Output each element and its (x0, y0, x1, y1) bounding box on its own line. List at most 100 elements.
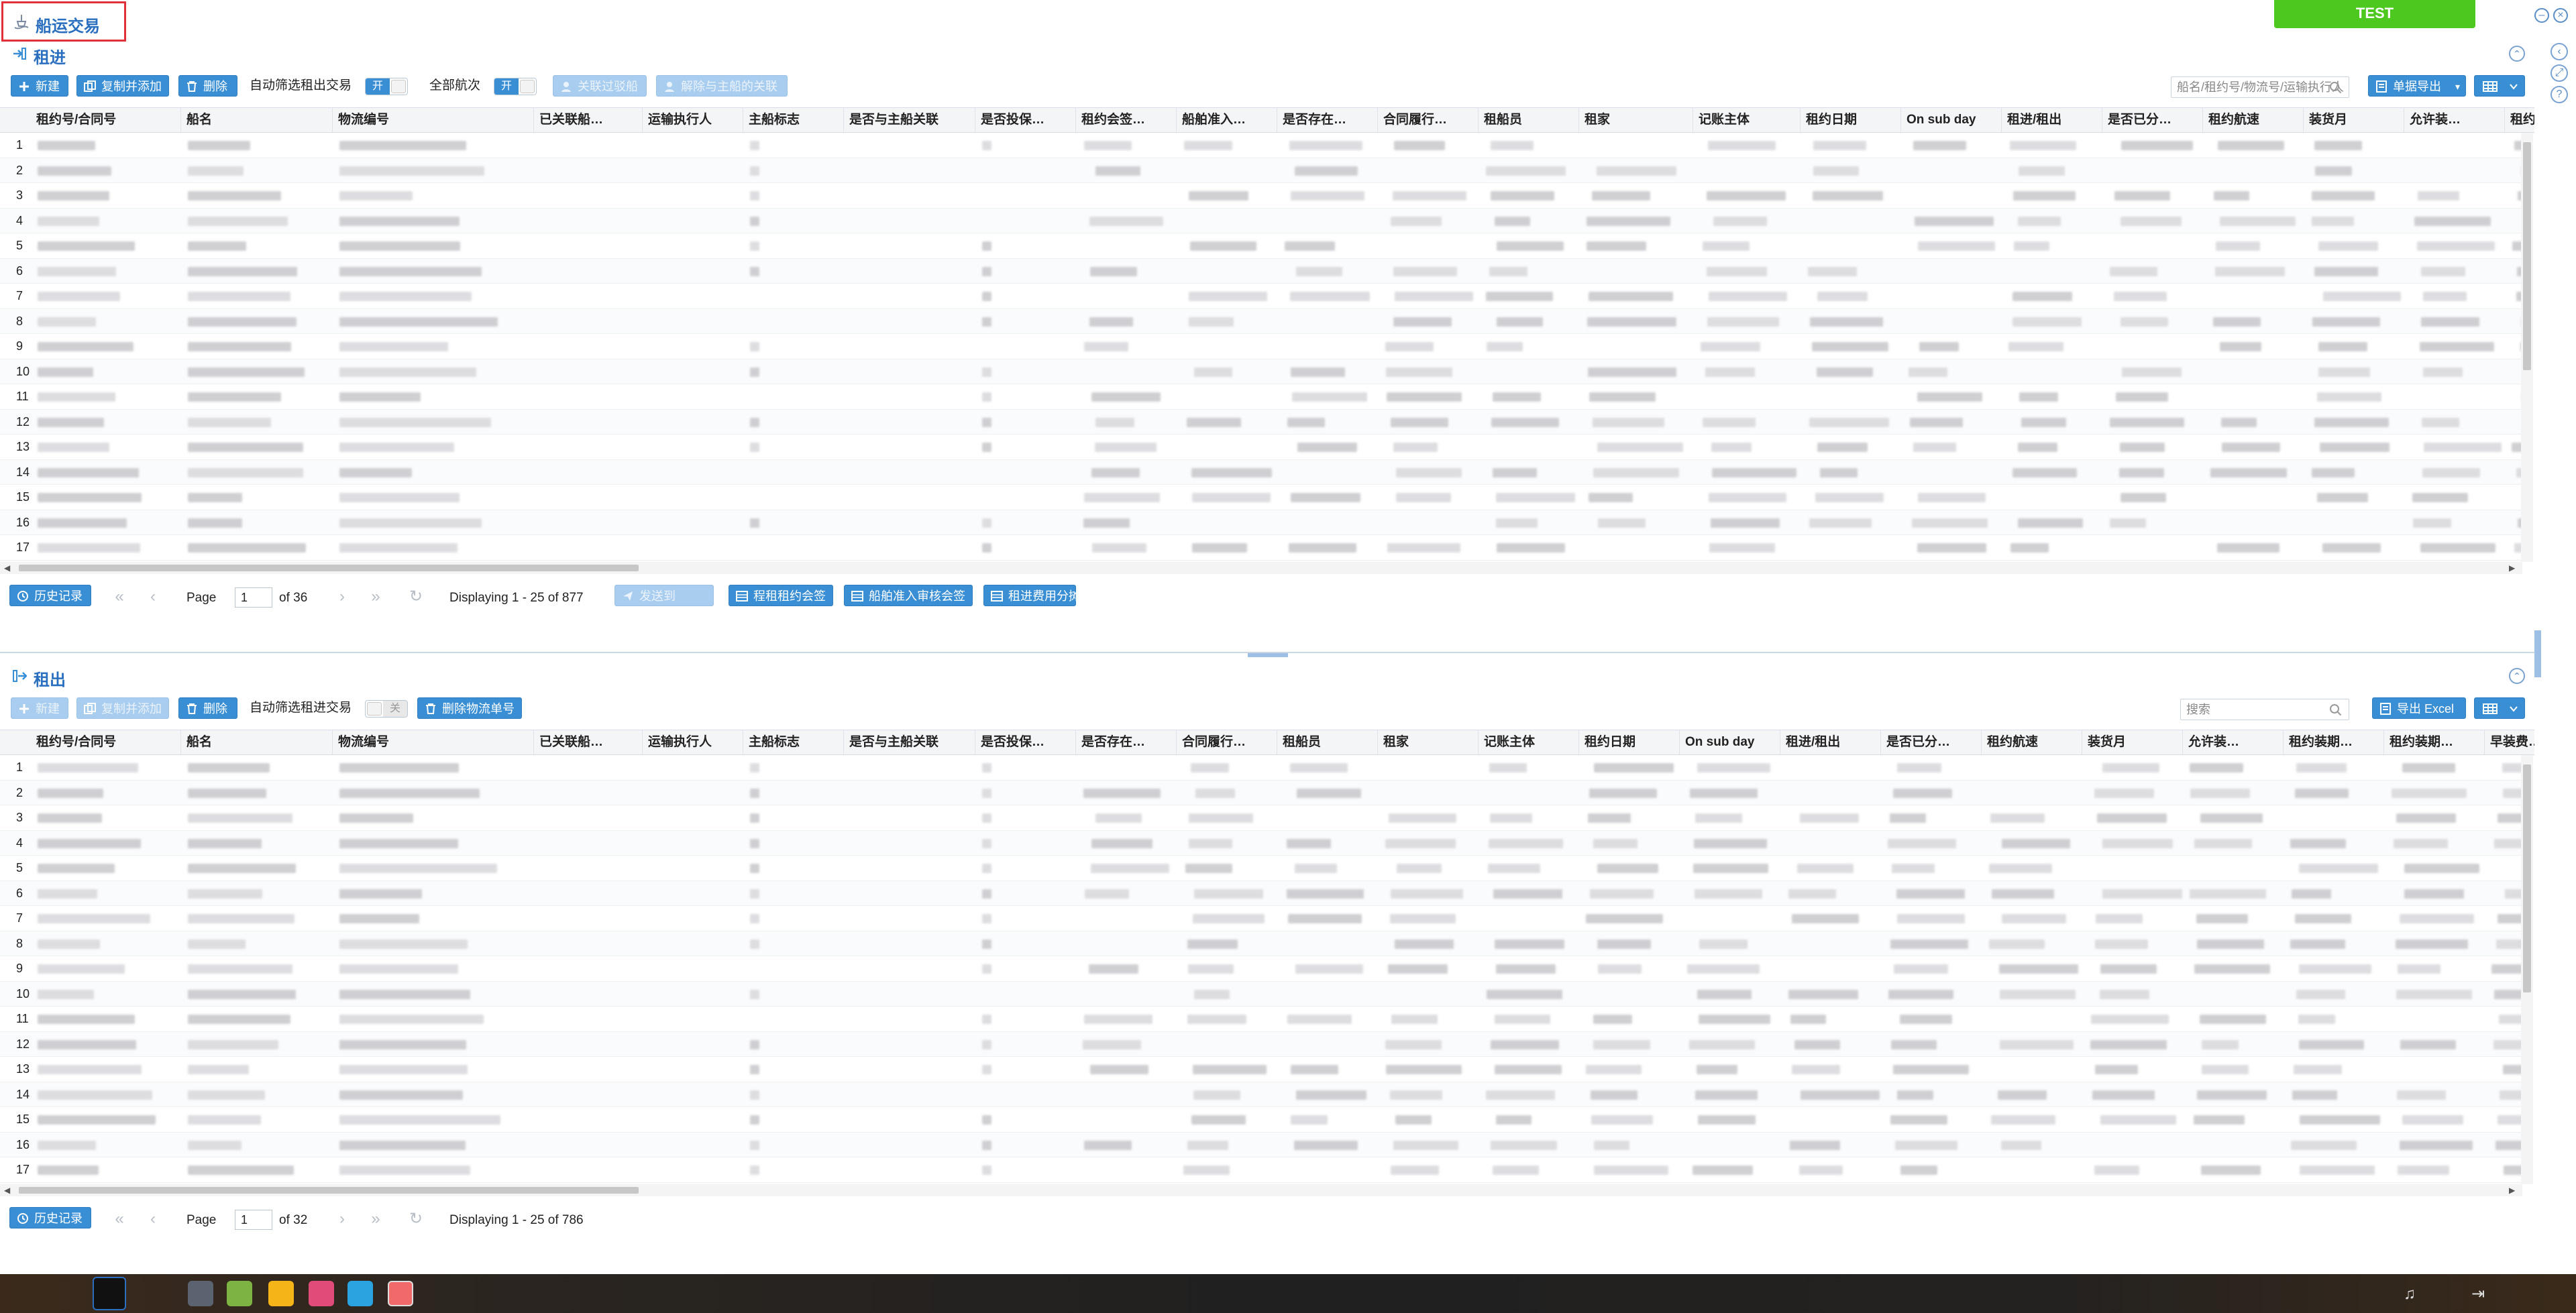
column-header[interactable]: 是否存在… (1076, 730, 1177, 754)
table-row[interactable]: 6 (0, 880, 2522, 906)
table-row[interactable]: 15 (0, 485, 2522, 510)
search-input[interactable] (2181, 699, 2349, 720)
column-header[interactable]: 租约日期 (1801, 108, 1901, 132)
column-header[interactable]: 已关联船… (534, 108, 643, 132)
table-row[interactable]: 8 (0, 308, 2522, 334)
table-row[interactable]: 2 (0, 780, 2522, 805)
first-page-icon[interactable]: « (110, 1211, 129, 1229)
charter-sign-button[interactable]: 程租租约会签 (729, 585, 833, 606)
table-row[interactable]: 6 (0, 258, 2522, 284)
column-header[interactable]: 是否投保… (975, 108, 1076, 132)
all-voyages-toggle[interactable]: 开 (494, 78, 537, 95)
spreadsheet-app-icon[interactable] (227, 1281, 252, 1306)
table-row[interactable]: 12 (0, 1031, 2522, 1057)
table-row[interactable]: 9 (0, 334, 2522, 359)
table-row[interactable]: 8 (0, 931, 2522, 956)
table-row[interactable]: 14 (0, 459, 2522, 485)
table-row[interactable]: 10 (0, 359, 2522, 384)
scroll-thumb[interactable] (2523, 764, 2531, 992)
column-header[interactable]: 租家 (1579, 108, 1693, 132)
column-header[interactable]: 是否与主船关联 (844, 730, 975, 754)
scroll-right-icon[interactable]: ▶ (2509, 563, 2515, 573)
table-row[interactable]: 2 (0, 158, 2522, 183)
column-header[interactable]: 已关联船… (534, 730, 643, 754)
table-row[interactable]: 16 (0, 510, 2522, 535)
unlink-main-button[interactable]: 解除与主船的关联 (656, 75, 788, 97)
column-header[interactable]: 租约号/合同号 (31, 108, 181, 132)
column-header[interactable]: 租约会签… (1076, 108, 1177, 132)
search-input[interactable] (2171, 77, 2349, 97)
column-header[interactable]: 物流编号 (333, 730, 534, 754)
column-header[interactable]: 租进/租出 (2002, 108, 2102, 132)
copy-add-button[interactable]: 复制并添加 (76, 697, 169, 719)
calendar-app-icon[interactable] (309, 1281, 334, 1306)
scroll-right-icon[interactable]: ▶ (2509, 1186, 2515, 1195)
search-icon[interactable] (2328, 80, 2343, 95)
horizontal-scrollbar[interactable]: ◀ ▶ (0, 1184, 2522, 1196)
ship-access-button[interactable]: 船舶准入审核会签 (844, 585, 973, 606)
column-header[interactable]: 是否已分… (1881, 730, 1982, 754)
table-row[interactable]: 4 (0, 830, 2522, 856)
scroll-left-icon[interactable]: ◀ (4, 563, 10, 573)
vertical-scrollbar[interactable] (2521, 133, 2533, 562)
column-header[interactable]: 租约号/合同号 (31, 730, 181, 754)
column-header[interactable]: 是否与主船关联 (844, 108, 975, 132)
column-menu-button[interactable] (2474, 697, 2525, 719)
table-row[interactable]: 17 (0, 535, 2522, 561)
help-icon[interactable]: ? (2551, 86, 2568, 103)
column-header[interactable]: 允许装… (2404, 108, 2505, 132)
network-app-icon[interactable] (188, 1281, 213, 1306)
next-page-icon[interactable]: › (333, 1211, 352, 1229)
back-icon[interactable]: ‹ (2551, 43, 2568, 60)
table-row[interactable]: 3 (0, 183, 2522, 209)
history-button[interactable]: 历史记录 (9, 1207, 91, 1229)
column-header[interactable]: 主船标志 (743, 108, 844, 132)
scroll-thumb[interactable] (19, 565, 639, 571)
table-row[interactable]: 12 (0, 409, 2522, 435)
close-icon[interactable]: × (2553, 8, 2568, 23)
table-row[interactable]: 10 (0, 981, 2522, 1007)
browser-app-icon[interactable] (388, 1281, 413, 1306)
bell-icon[interactable]: ♫ (2400, 1285, 2419, 1304)
launcher-icon[interactable] (93, 1277, 126, 1310)
last-page-icon[interactable]: » (366, 589, 385, 606)
active-tab-highlight[interactable]: 船运交易 (1, 1, 126, 42)
table-row[interactable]: 5 (0, 856, 2522, 881)
panel-splitter[interactable] (0, 652, 2534, 663)
prev-page-icon[interactable]: ‹ (144, 1211, 162, 1229)
column-header[interactable]: 租船员 (1277, 730, 1378, 754)
delete-button[interactable]: 删除 (178, 75, 237, 97)
copy-add-button[interactable]: 复制并添加 (76, 75, 169, 97)
column-header[interactable]: 租约装期… (2384, 730, 2485, 754)
column-header[interactable]: On sub day (1901, 108, 2002, 132)
export-doc-button[interactable]: 单据导出 ▾ (2368, 75, 2466, 97)
files-app-icon[interactable] (347, 1281, 373, 1306)
table-row[interactable]: 15 (0, 1107, 2522, 1133)
table-row[interactable]: 11 (0, 384, 2522, 410)
column-header[interactable]: 合同履行… (1378, 108, 1479, 132)
scroll-left-icon[interactable]: ◀ (4, 1186, 10, 1195)
column-header[interactable]: 租家 (1378, 730, 1479, 754)
horizontal-scrollbar[interactable]: ◀ ▶ (0, 562, 2522, 574)
send-to-button[interactable]: 发送到 (614, 585, 714, 606)
column-header[interactable]: 装货月 (2082, 730, 2183, 754)
last-page-icon[interactable]: » (366, 1211, 385, 1229)
column-header[interactable]: 记账主体 (1693, 108, 1801, 132)
table-row[interactable]: 16 (0, 1132, 2522, 1157)
table-row[interactable]: 11 (0, 1007, 2522, 1032)
prev-page-icon[interactable]: ‹ (144, 589, 162, 606)
column-header[interactable]: 允许装… (2183, 730, 2284, 754)
column-header[interactable]: 运输执行人 (643, 108, 743, 132)
column-header[interactable]: 租约装… (2505, 108, 2534, 132)
column-header[interactable]: 早装费… (2485, 730, 2534, 754)
export-excel-button[interactable]: 导出 Excel (2372, 697, 2466, 719)
column-header[interactable]: 记账主体 (1479, 730, 1579, 754)
delete-logistics-button[interactable]: 删除物流单号 (417, 697, 522, 719)
column-header[interactable]: 租约装期… (2284, 730, 2384, 754)
column-header[interactable]: 租约航速 (2203, 108, 2304, 132)
column-header[interactable]: 船名 (181, 730, 333, 754)
search-icon[interactable] (2328, 703, 2343, 718)
table-row[interactable]: 13 (0, 1057, 2522, 1082)
table-row[interactable]: 3 (0, 805, 2522, 831)
table-row[interactable]: 7 (0, 906, 2522, 931)
